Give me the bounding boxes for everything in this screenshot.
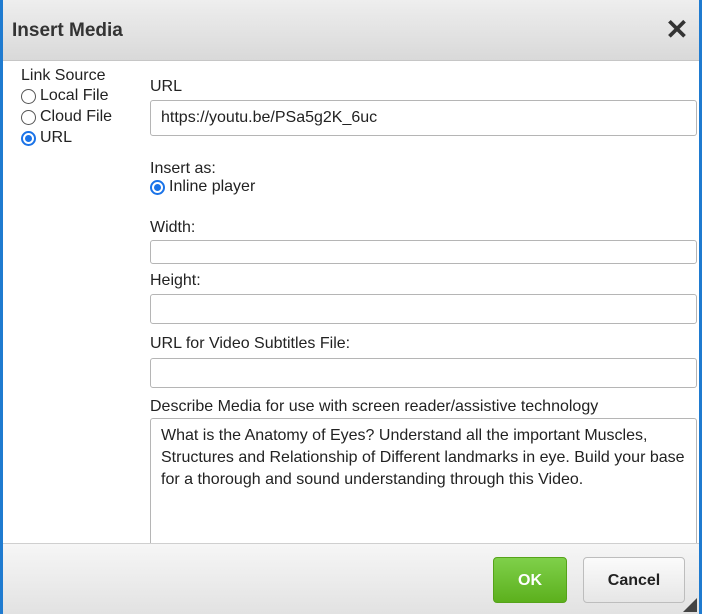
dialog-footer: OK Cancel: [3, 543, 699, 614]
resize-handle-icon[interactable]: [683, 598, 697, 612]
radio-cloud-file-icon[interactable]: [21, 109, 36, 125]
link-source-legend: Link Source: [21, 67, 106, 84]
width-label: Width:: [150, 219, 196, 236]
width-input[interactable]: [150, 240, 697, 264]
insert-as-label: Insert as:: [150, 160, 216, 177]
ok-button[interactable]: OK: [493, 557, 567, 603]
dialog-title: Insert Media: [12, 20, 123, 41]
radio-cloud-file-label: Cloud File: [40, 108, 113, 125]
subtitles-label: URL for Video Subtitles File:: [150, 335, 351, 352]
radio-local-file-label: Local File: [40, 87, 109, 104]
describe-media-textarea[interactable]: What is the Anatomy of Eyes? Understand …: [150, 418, 697, 546]
cancel-button[interactable]: Cancel: [583, 557, 685, 603]
radio-url-icon[interactable]: [21, 130, 36, 146]
close-icon[interactable]: ✕: [661, 12, 693, 48]
describe-media-label: Describe Media for use with screen reade…: [150, 398, 599, 415]
url-label: URL: [150, 78, 183, 95]
radio-url[interactable]: URL: [21, 128, 112, 148]
height-label: Height:: [150, 272, 201, 289]
dialog-titlebar[interactable]: Insert Media ✕: [3, 0, 699, 61]
subtitles-input[interactable]: [150, 358, 697, 388]
radio-local-file[interactable]: Local File: [21, 86, 112, 106]
url-input[interactable]: [150, 100, 697, 136]
radio-cloud-file[interactable]: Cloud File: [21, 107, 112, 127]
insert-media-dialog: Insert Media ✕ Link Source Local File Cl…: [0, 0, 702, 614]
radio-url-label: URL: [40, 129, 73, 146]
radio-local-file-icon[interactable]: [21, 88, 36, 104]
height-input[interactable]: [150, 294, 697, 324]
inline-player-label: Inline player: [169, 178, 256, 195]
inline-player-radio-icon[interactable]: [150, 179, 165, 195]
link-source-group: Link Source Local File Cloud File URL: [21, 67, 112, 148]
insert-as-inline-player[interactable]: Inline player: [150, 178, 255, 196]
